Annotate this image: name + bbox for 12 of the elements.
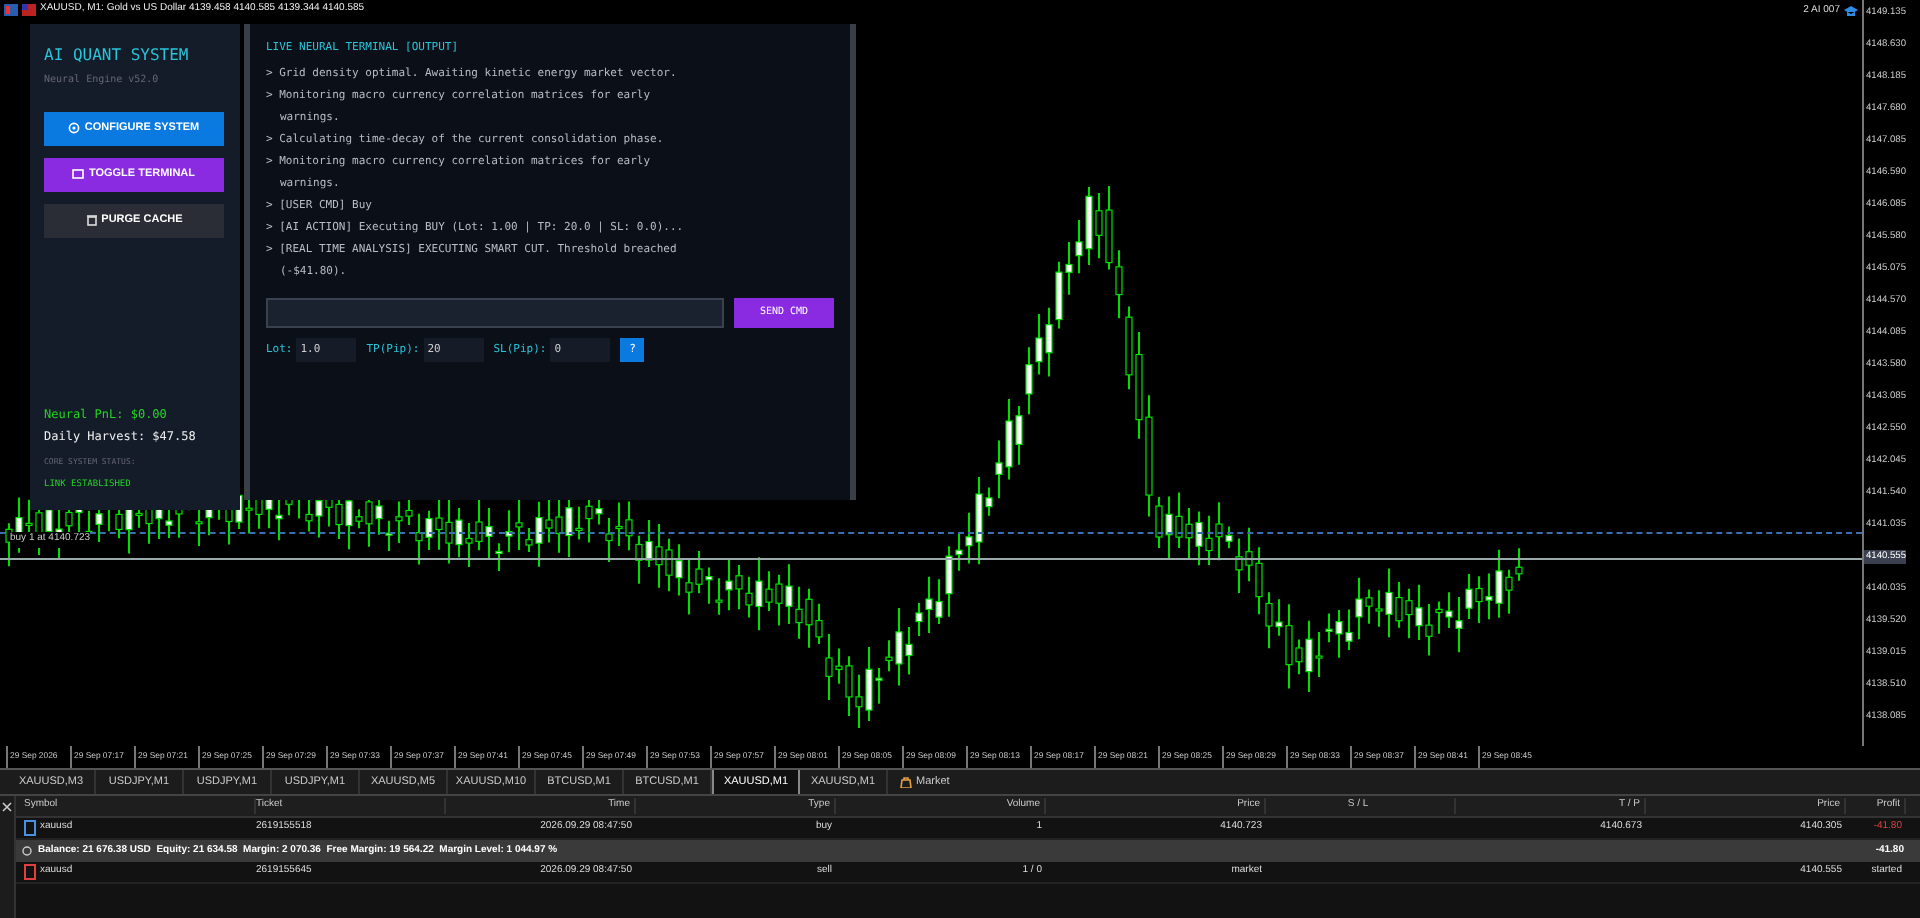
flag-icon <box>22 4 36 16</box>
command-field[interactable] <box>266 298 724 329</box>
panel-title: AI QUANT SYSTEM <box>44 44 191 68</box>
chart-icon <box>4 4 18 16</box>
graduation-cap-icon <box>1844 5 1858 18</box>
bag-icon <box>900 776 912 788</box>
document-icon <box>24 864 36 880</box>
trash-icon <box>85 214 98 226</box>
close-icon[interactable] <box>2 802 12 812</box>
terminal-icon <box>72 168 85 180</box>
gear-icon <box>68 122 81 134</box>
document-icon <box>24 820 36 836</box>
